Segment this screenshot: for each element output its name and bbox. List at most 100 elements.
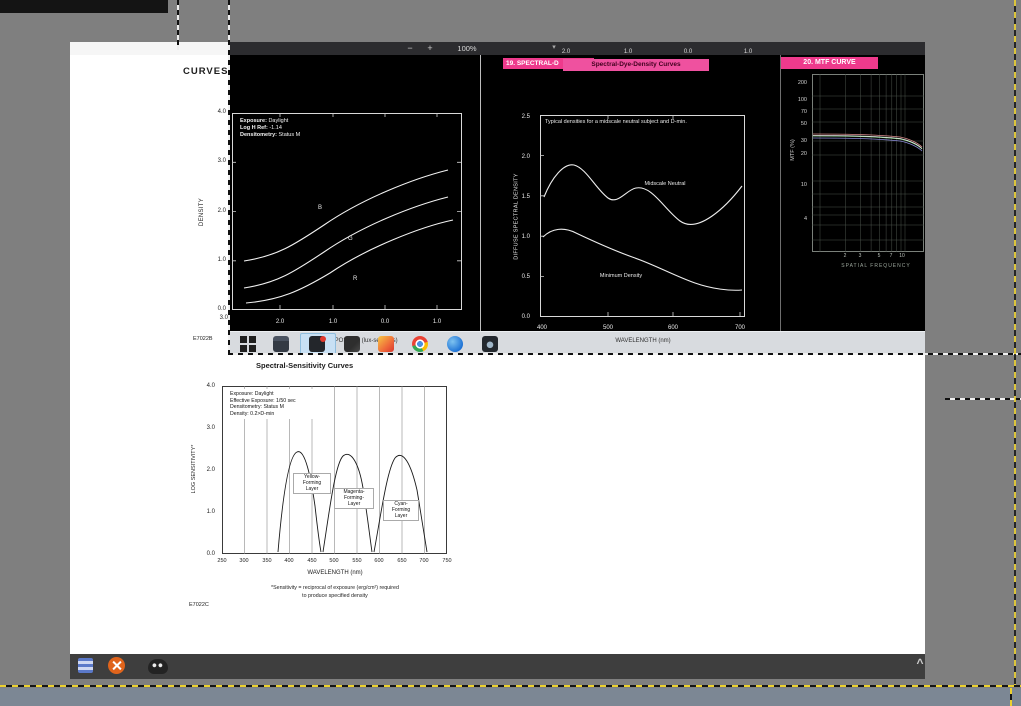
mtf-chart — [812, 74, 924, 252]
selection-edge-vertical — [177, 0, 179, 50]
mtf-x-axis-label: SPATIAL FREQUENCY — [816, 263, 925, 269]
figure-code: E7022C — [189, 602, 209, 608]
dye-y-tick: 0.5 — [514, 274, 530, 280]
dye-y-tick: 2.0 — [514, 154, 530, 160]
char-y-axis-label: DENSITY — [199, 195, 207, 229]
sens-x-axis-label: WAVELENGTH (nm) — [283, 570, 387, 576]
dye-note: Typical densities for a midscale neutral… — [545, 119, 695, 126]
layer-boundary-vertical — [1014, 0, 1016, 686]
sens-x-tick: 400 — [279, 558, 299, 564]
cyan-layer-label: Cyan-FormingLayer — [383, 500, 419, 521]
char-y-tick: 0.0 — [206, 306, 226, 312]
zoom-level-value: 100% — [448, 44, 486, 53]
sens-x-tick: 250 — [212, 558, 232, 564]
curve-r-path — [246, 220, 453, 303]
mtf-x-tick: 3 — [854, 253, 866, 259]
layer-boundary-horizontal — [0, 685, 1021, 687]
figure-code: E7022B — [193, 336, 213, 342]
mtf-y-axis-label: MTF (%) — [790, 135, 798, 165]
prev-chart-x-tick: 2.0 — [557, 49, 575, 55]
sens-x-tick: 300 — [234, 558, 254, 564]
viewer-toolbar — [230, 42, 925, 55]
char-info-line: Log H Ref: -1.14 — [240, 125, 300, 132]
mtf-section-badge: 20. MTF CURVE — [781, 57, 878, 69]
layer-boundary-vertical-stub — [1010, 688, 1012, 706]
char-info-line: Densitometry: Status M — [240, 132, 300, 139]
chrome-browser-icon[interactable] — [412, 336, 428, 352]
error-badge-icon[interactable] — [108, 657, 125, 674]
sens-info-line: Density: 0.2>D-min — [230, 411, 329, 418]
prev-chart-x-tick: 1.0 — [619, 49, 637, 55]
sens-x-tick: 650 — [392, 558, 412, 564]
char-y-tick: 3.0 — [206, 158, 226, 164]
inverted-region: LOG EXPOSURE (lux-seconds) 19. SPECTRAL-… — [230, 55, 925, 331]
search-highlight-badge: Spectral-Dye-Density Curves — [563, 59, 709, 71]
sens-x-tick: 350 — [257, 558, 277, 564]
notification-badge — [320, 336, 326, 342]
sens-x-tick: 450 — [302, 558, 322, 564]
file-explorer-icon[interactable] — [273, 336, 289, 352]
mtf-y-tick: 4 — [787, 216, 807, 222]
sens-footnote-2: to produce specified density — [240, 593, 430, 599]
selection-edge-vertical — [228, 0, 230, 355]
char-x-tick: 1.0 — [324, 319, 342, 325]
dye-y-axis-label: DIFFUSE SPECTRAL DENSITY — [514, 172, 521, 262]
dye-y-tick: 2.5 — [514, 114, 530, 120]
sens-x-tick: 550 — [347, 558, 367, 564]
selection-edge-horizontal — [945, 398, 1021, 400]
midscale-neutral-path — [544, 165, 742, 225]
char-x-tick: 1.0 — [428, 319, 446, 325]
sensitivity-chart-title: Spectral-Sensitivity Curves — [256, 361, 353, 370]
midscale-neutral-label: Midscale Neutral — [630, 181, 700, 187]
mtf-y-tick: 200 — [787, 80, 807, 86]
sens-y-tick: 3.0 — [199, 425, 215, 431]
curve-label-b: B — [318, 205, 322, 211]
char-info-line: Exposure: Daylight — [240, 118, 300, 125]
char-y-tick: 1.0 — [206, 257, 226, 263]
curve-label-g: G — [348, 236, 353, 242]
sens-x-tick: 500 — [324, 558, 344, 564]
minimum-density-path — [543, 229, 742, 290]
bottom-strip — [0, 688, 1021, 706]
gimp-wilber-icon[interactable] — [148, 659, 168, 674]
char-info-block: Exposure: Daylight Log H Ref: -1.14 Dens… — [240, 118, 300, 139]
blue-browser-icon[interactable] — [447, 336, 463, 352]
curve-b-path — [244, 170, 448, 261]
mtf-x-tick: 10 — [896, 253, 908, 259]
sens-x-tick: 750 — [437, 558, 457, 564]
zoom-in-button[interactable]: + — [424, 43, 436, 53]
char-x-tick: 2.0 — [271, 319, 289, 325]
viewer-toolbar-light — [70, 42, 230, 55]
dye-density-plot — [540, 115, 745, 317]
dark-app-icon[interactable] — [344, 336, 360, 352]
mtf-y-tick: 100 — [787, 97, 807, 103]
mtf-x-tick: 2 — [839, 253, 851, 259]
column-divider — [480, 55, 481, 331]
tray-expand-caret[interactable]: ^ — [913, 656, 925, 670]
prev-chart-x-tick: 0.0 — [679, 49, 697, 55]
mtf-x-tick: 5 — [873, 253, 885, 259]
characteristic-curve-plot — [232, 113, 462, 310]
minimum-density-label: Minimum Density — [586, 273, 656, 279]
zoom-out-button[interactable]: − — [404, 43, 416, 53]
mtf-y-tick: 10 — [787, 182, 807, 188]
yellow-layer-path — [278, 452, 321, 552]
windows-start-icon[interactable] — [240, 336, 256, 352]
char-y-tick: 2.0 — [206, 208, 226, 214]
sens-info-block: Exposure: Daylight Effective Exposure: 1… — [227, 389, 332, 419]
mtf-plot — [812, 74, 924, 252]
characteristic-curve-chart — [232, 113, 462, 310]
sens-x-tick: 600 — [369, 558, 389, 564]
curve-label-r: R — [353, 276, 357, 282]
photos-app-icon[interactable] — [378, 336, 394, 352]
screenshot-tool-icon[interactable] — [482, 336, 498, 352]
magenta-layer-label: Magenta-Forming-Layer — [334, 488, 374, 509]
column-divider — [780, 55, 781, 331]
grid-app-icon[interactable] — [78, 658, 93, 673]
sens-y-tick: 0.0 — [199, 551, 215, 557]
section-heading: CURVES — [183, 66, 228, 77]
mtf-y-tick: 70 — [787, 109, 807, 115]
selection-edge-horizontal — [228, 353, 1021, 355]
host-taskbar: ^ — [70, 654, 925, 679]
sens-y-tick: 2.0 — [199, 467, 215, 473]
